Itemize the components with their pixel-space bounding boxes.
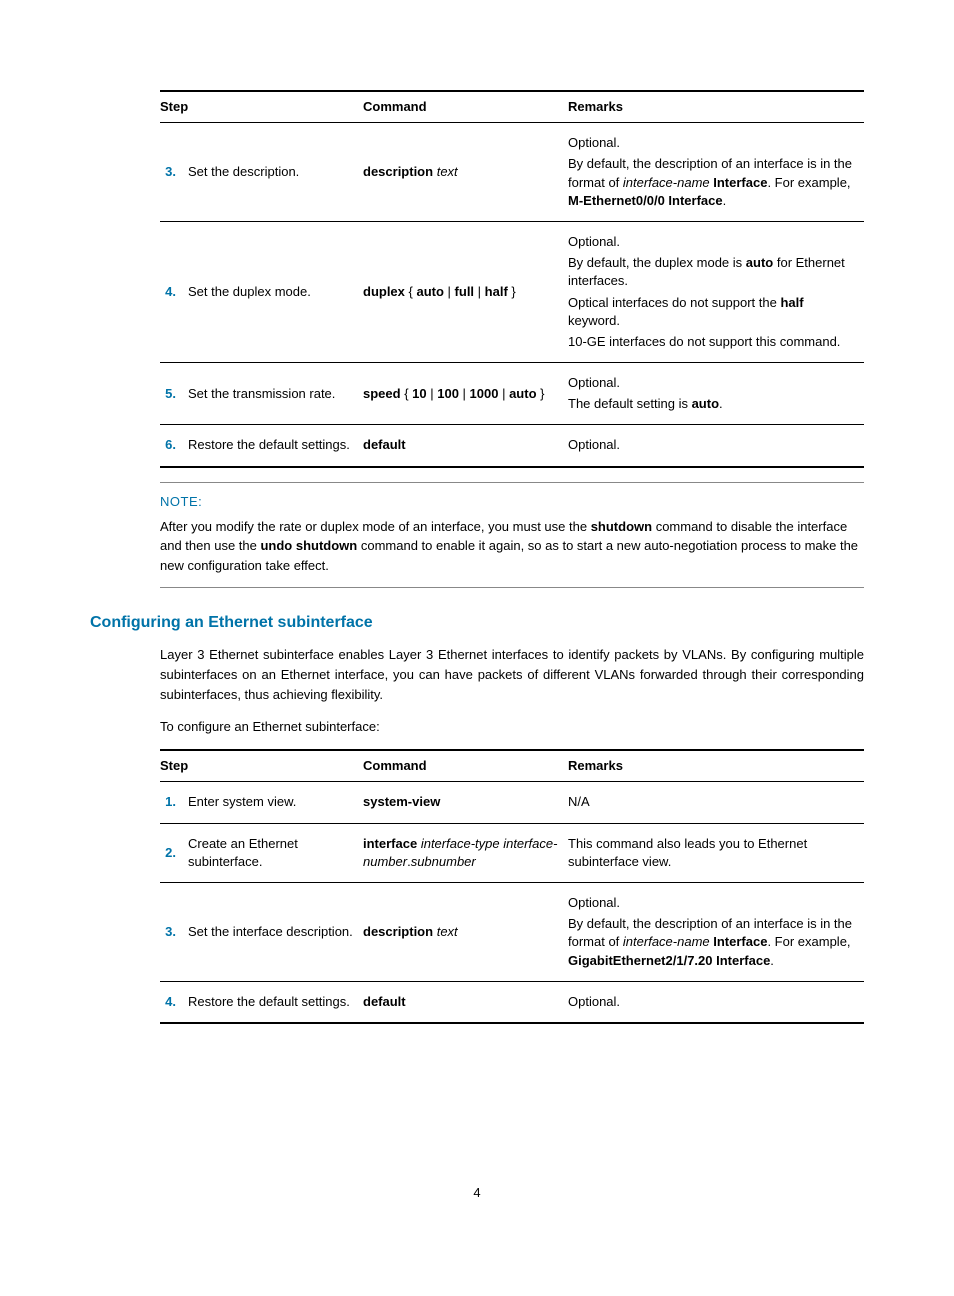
step-number: 3. xyxy=(160,883,188,982)
step-number: 3. xyxy=(160,123,188,222)
command-cell: default xyxy=(363,981,568,1023)
step-desc: Enter system view. xyxy=(188,782,363,823)
note-body: After you modify the rate or duplex mode… xyxy=(160,517,864,576)
col-remarks: Remarks xyxy=(568,750,864,782)
step-number: 6. xyxy=(160,425,188,467)
table-row: 3. Set the description. description text… xyxy=(160,123,864,222)
step-number: 5. xyxy=(160,363,188,425)
step-desc: Create an Ethernet subinterface. xyxy=(188,823,363,882)
page-number: 4 xyxy=(90,1184,864,1202)
remarks-cell: N/A xyxy=(568,782,864,823)
config-table-2: Step Command Remarks 1. Enter system vie… xyxy=(160,749,864,1024)
remarks-cell: Optional. By default, the description of… xyxy=(568,123,864,222)
step-number: 1. xyxy=(160,782,188,823)
remarks-cell: Optional. xyxy=(568,425,864,467)
note-title: NOTE: xyxy=(160,493,864,511)
paragraph: To configure an Ethernet subinterface: xyxy=(160,717,864,737)
remarks-cell: Optional. The default setting is auto. xyxy=(568,363,864,425)
command-cell: interface interface-type interface-numbe… xyxy=(363,823,568,882)
section-heading: Configuring an Ethernet subinterface xyxy=(90,612,864,634)
table-row: 3. Set the interface description. descri… xyxy=(160,883,864,982)
step-desc: Set the description. xyxy=(188,123,363,222)
note-box: NOTE: After you modify the rate or duple… xyxy=(160,482,864,589)
col-command: Command xyxy=(363,750,568,782)
command-cell: description text xyxy=(363,883,568,982)
command-cell: default xyxy=(363,425,568,467)
step-desc: Set the interface description. xyxy=(188,883,363,982)
step-desc: Set the duplex mode. xyxy=(188,221,363,362)
col-step: Step xyxy=(160,750,363,782)
remarks-cell: Optional. xyxy=(568,981,864,1023)
table-row: 1. Enter system view. system-view N/A xyxy=(160,782,864,823)
col-step: Step xyxy=(160,91,363,123)
table-row: 4. Restore the default settings. default… xyxy=(160,981,864,1023)
command-cell: duplex { auto | full | half } xyxy=(363,221,568,362)
table-row: 2. Create an Ethernet subinterface. inte… xyxy=(160,823,864,882)
step-desc: Restore the default settings. xyxy=(188,425,363,467)
table-row: 6. Restore the default settings. default… xyxy=(160,425,864,467)
step-number: 4. xyxy=(160,981,188,1023)
step-desc: Set the transmission rate. xyxy=(188,363,363,425)
command-cell: description text xyxy=(363,123,568,222)
command-cell: system-view xyxy=(363,782,568,823)
remarks-cell: Optional. By default, the duplex mode is… xyxy=(568,221,864,362)
paragraph: Layer 3 Ethernet subinterface enables La… xyxy=(160,645,864,705)
table-row: 5. Set the transmission rate. speed { 10… xyxy=(160,363,864,425)
table-row: 4. Set the duplex mode. duplex { auto | … xyxy=(160,221,864,362)
remarks-cell: Optional. By default, the description of… xyxy=(568,883,864,982)
remarks-cell: This command also leads you to Ethernet … xyxy=(568,823,864,882)
config-table-1: Step Command Remarks 3. Set the descript… xyxy=(160,90,864,468)
step-number: 4. xyxy=(160,221,188,362)
step-number: 2. xyxy=(160,823,188,882)
col-command: Command xyxy=(363,91,568,123)
step-desc: Restore the default settings. xyxy=(188,981,363,1023)
command-cell: speed { 10 | 100 | 1000 | auto } xyxy=(363,363,568,425)
col-remarks: Remarks xyxy=(568,91,864,123)
